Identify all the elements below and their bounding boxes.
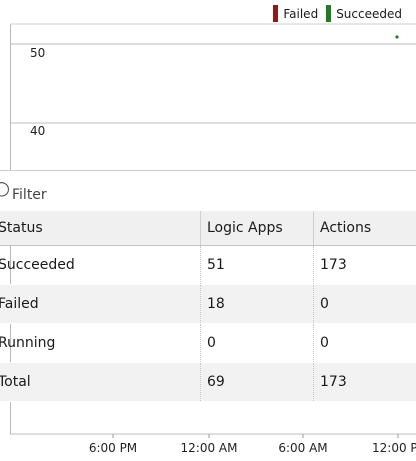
- logic-apps-cell: 51: [200, 245, 314, 285]
- status-cell: Running: [0, 323, 201, 363]
- status-cell: Failed: [0, 284, 201, 324]
- actions-cell: 0: [313, 323, 416, 363]
- filter-panel: ◯ Filter: [0, 170, 416, 212]
- x-tick-12am: 12:00 AM: [181, 441, 238, 455]
- actions-cell: 0: [313, 284, 416, 324]
- table-row[interactable]: Failed 18 0: [0, 284, 416, 324]
- column-header-status[interactable]: Status: [0, 211, 201, 246]
- filter-icon[interactable]: ◯: [0, 181, 10, 197]
- logic-apps-cell: 18: [200, 284, 314, 324]
- column-header-actions[interactable]: Actions: [313, 211, 416, 246]
- table-row[interactable]: Running 0 0: [0, 323, 416, 363]
- table-header-row: Status Logic Apps Actions: [0, 211, 416, 246]
- succeeded-point[interactable]: [395, 35, 399, 39]
- column-header-logic-apps[interactable]: Logic Apps: [200, 211, 314, 246]
- x-tick-12pm: 12:00 PM: [372, 441, 416, 455]
- logic-apps-cell: 69: [200, 362, 314, 402]
- actions-cell: 173: [313, 362, 416, 402]
- status-table: Status Logic Apps Actions Succeeded 51 1…: [0, 211, 416, 402]
- filter-label[interactable]: Filter: [12, 187, 47, 203]
- table-row[interactable]: Succeeded 51 173: [0, 245, 416, 285]
- y-tick-40: 40: [30, 124, 45, 138]
- x-tick-6pm: 6:00 PM: [89, 441, 137, 455]
- status-cell: Total: [0, 362, 201, 402]
- actions-cell: 173: [313, 245, 416, 285]
- table-row[interactable]: Total 69 173: [0, 362, 416, 402]
- x-tick-6am: 6:00 AM: [278, 441, 327, 455]
- status-cell: Succeeded: [0, 245, 201, 285]
- logic-apps-cell: 0: [200, 323, 314, 363]
- y-tick-50: 50: [30, 46, 45, 60]
